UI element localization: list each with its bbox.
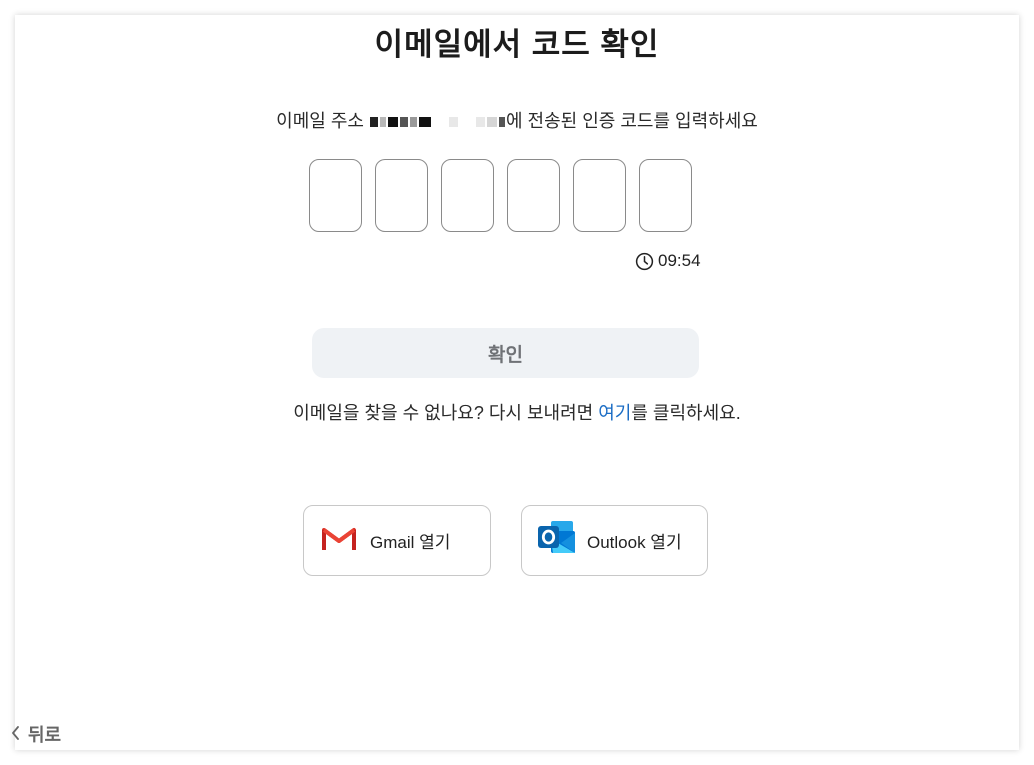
instruction-text: 이메일 주소 에 전송된 인증 코드를 입력하세요: [15, 107, 1019, 133]
code-digit-input-2[interactable]: [375, 159, 428, 232]
masked-email: [369, 111, 506, 131]
clock-icon: [635, 252, 654, 271]
confirm-button[interactable]: 확인: [312, 328, 699, 378]
page-title: 이메일에서 코드 확인: [374, 27, 660, 62]
code-digit-input-4[interactable]: [507, 159, 560, 232]
resend-prefix: 이메일을 찾을 수 없나요? 다시 보내려면: [293, 403, 599, 423]
chevron-left-icon: [11, 724, 20, 745]
code-digit-input-6[interactable]: [639, 159, 692, 232]
back-button[interactable]: 뒤로: [11, 721, 61, 747]
verification-card: 이메일에서 코드 확인 이메일 주소 에 전송된 인증 코드를 입력하세요 09…: [12, 15, 1019, 750]
countdown-timer: 09:54: [635, 251, 701, 271]
gmail-button-label: Gmail 열기: [370, 533, 451, 552]
code-digit-input-3[interactable]: [441, 159, 494, 232]
instruction-prefix: 이메일 주소: [276, 111, 369, 131]
outlook-icon: [537, 519, 577, 562]
resend-suffix: 를 클릭하세요.: [631, 403, 741, 423]
gmail-icon: [321, 524, 357, 557]
instruction-suffix: 에 전송된 인증 코드를 입력하세요: [505, 111, 758, 131]
code-digit-input-5[interactable]: [573, 159, 626, 232]
resend-text: 이메일을 찾을 수 없나요? 다시 보내려면 여기를 클릭하세요.: [15, 399, 1019, 425]
back-label: 뒤로: [28, 725, 62, 745]
open-outlook-button[interactable]: Outlook 열기: [521, 505, 708, 576]
code-digit-input-1[interactable]: [309, 159, 362, 232]
outlook-button-label: Outlook 열기: [587, 533, 682, 552]
code-input-row: [309, 159, 692, 232]
timer-value: 09:54: [658, 251, 701, 270]
resend-link[interactable]: 여기: [598, 403, 631, 423]
open-gmail-button[interactable]: Gmail 열기: [303, 505, 491, 576]
